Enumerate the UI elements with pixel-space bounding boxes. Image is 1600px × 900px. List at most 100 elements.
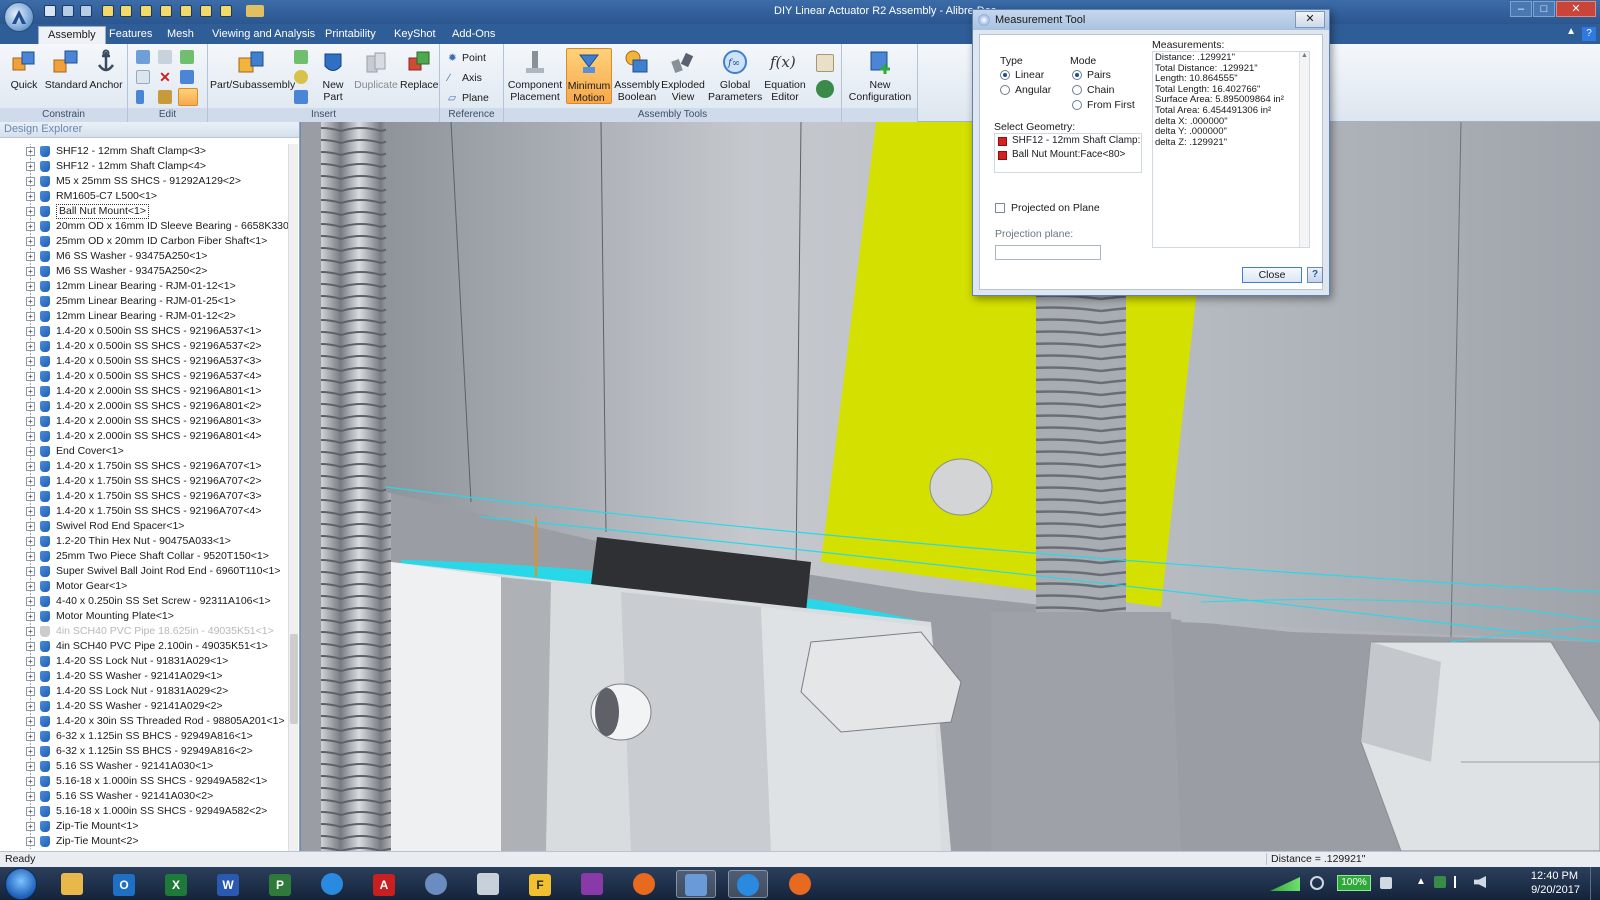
tray-overflow-icon[interactable]: ▲ [1416, 876, 1426, 887]
undo-icon[interactable] [62, 5, 74, 17]
expand-icon[interactable]: + [26, 612, 35, 621]
expand-icon[interactable]: + [26, 627, 35, 636]
expand-icon[interactable]: + [26, 582, 35, 591]
expand-icon[interactable]: + [26, 492, 35, 501]
tree-item[interactable]: +1.4-20 x 30in SS Threaded Rod - 98805A2… [0, 714, 290, 729]
tree-item[interactable]: +1.4-20 x 1.750in SS SHCS - 92196A707<4> [0, 504, 290, 519]
tab-mesh[interactable]: Mesh [158, 26, 203, 44]
minimum-motion-button[interactable]: Minimum Motion [566, 48, 612, 104]
expand-icon[interactable]: + [26, 687, 35, 696]
project-taskbar-button[interactable]: P [260, 870, 300, 898]
tree-item[interactable]: +1.4-20 SS Washer - 92141A029<1> [0, 669, 290, 684]
expand-icon[interactable]: + [26, 237, 35, 246]
expand-icon[interactable]: + [26, 192, 35, 201]
tree-item[interactable]: +1.4-20 x 2.000in SS SHCS - 92196A801<3> [0, 414, 290, 429]
projection-plane-input[interactable] [995, 245, 1101, 260]
customize-quick-access-icon[interactable] [246, 5, 264, 17]
expand-icon[interactable]: + [26, 642, 35, 651]
tab-features[interactable]: Features [100, 26, 161, 44]
tree-item[interactable]: + M6 SS Washer - 93475A250<1> [0, 249, 290, 264]
help-button[interactable]: ? [1307, 267, 1323, 283]
expand-icon[interactable]: + [26, 477, 35, 486]
tree-item[interactable]: + SHF12 - 12mm Shaft Clamp<4> [0, 159, 290, 174]
expand-icon[interactable]: + [26, 432, 35, 441]
onenote-taskbar-button[interactable] [572, 870, 612, 898]
scrollbar-thumb[interactable] [290, 634, 298, 724]
measurement-tool-title-bar[interactable]: Measurement Tool ✕ [973, 10, 1329, 30]
expand-icon[interactable]: + [26, 402, 35, 411]
open-quick-icon[interactable] [160, 5, 172, 17]
exploded-view-button[interactable]: Exploded View [660, 48, 706, 103]
tree-item[interactable]: + Zip-Tie Mount<1> [0, 819, 290, 834]
expand-icon[interactable]: + [26, 522, 35, 531]
tree-item[interactable]: +1.2-20 Thin Hex Nut - 90475A033<1> [0, 534, 290, 549]
tree-item[interactable]: +4in SCH40 PVC Pipe 18.625in - 49035K51<… [0, 624, 290, 639]
new-drawing-quick-icon[interactable] [140, 5, 152, 17]
expand-icon[interactable]: + [26, 222, 35, 231]
expand-icon[interactable]: + [26, 162, 35, 171]
expand-icon[interactable]: + [26, 567, 35, 576]
edit-rotate-icon[interactable] [158, 50, 172, 64]
slicer-taskbar-button[interactable] [624, 870, 664, 898]
geometry-item[interactable]: Ball Nut Mount:Face<80> [995, 148, 1141, 162]
expand-icon[interactable]: + [26, 387, 35, 396]
app-logo-icon[interactable] [4, 2, 34, 32]
tree-item[interactable]: + Super Swivel Ball Joint Rod End - 6960T… [0, 564, 290, 579]
tab-viewing-and-analysis[interactable]: Viewing and Analysis [203, 26, 324, 44]
tree-item[interactable]: + Motor Mounting Plate<1> [0, 609, 290, 624]
tree-item[interactable]: +1.4-20 x 0.500in SS SHCS - 92196A537<2> [0, 339, 290, 354]
assembly-tools-globe-icon[interactable] [816, 80, 834, 98]
tree-item[interactable]: +25mm Two Piece Shaft Collar - 9520T150<… [0, 549, 290, 564]
measurements-list[interactable]: Distance: .129921" Total Distance: .12992… [1152, 51, 1310, 248]
expand-icon[interactable]: + [26, 297, 35, 306]
tree-item[interactable]: +20mm OD x 16mm ID Sleeve Bearing - 6658… [0, 219, 290, 234]
tree-item[interactable]: +4in SCH40 PVC Pipe 2.100in - 49035K51<1… [0, 639, 290, 654]
expand-icon[interactable]: + [26, 552, 35, 561]
expand-icon[interactable]: + [26, 267, 35, 276]
print-quick-icon[interactable] [220, 5, 232, 17]
show-desktop-button[interactable] [1590, 867, 1600, 900]
design-explorer-scrollbar[interactable] [288, 144, 298, 851]
component-placement-button[interactable]: Component Placement [506, 48, 564, 103]
tray-device-icon[interactable] [1380, 877, 1392, 889]
tree-item[interactable]: + Motor Gear<1> [0, 579, 290, 594]
tree-item[interactable]: +1.4-20 x 2.000in SS SHCS - 92196A801<2> [0, 399, 290, 414]
expand-icon[interactable]: + [26, 207, 35, 216]
expand-icon[interactable]: + [26, 447, 35, 456]
expand-icon[interactable]: + [26, 282, 35, 291]
edit-mirror-icon[interactable] [136, 90, 144, 104]
expand-icon[interactable]: + [26, 777, 35, 786]
tab-assembly[interactable]: Assembly [38, 26, 106, 44]
insert-gear-icon[interactable] [294, 70, 308, 84]
selected-geometry-list[interactable]: SHF12 - 12mm Shaft Clamp:Fac Ball Nut Mo… [994, 133, 1142, 173]
tree-item[interactable]: +1.4-20 x 2.000in SS SHCS - 92196A801<1> [0, 384, 290, 399]
close-window-button[interactable]: ✕ [1556, 1, 1596, 17]
geometry-item[interactable]: SHF12 - 12mm Shaft Clamp:Fac [995, 134, 1141, 148]
expand-icon[interactable]: + [26, 822, 35, 831]
assembly-tools-extra-icon[interactable] [816, 54, 834, 72]
type-linear-radio[interactable] [1000, 70, 1010, 80]
save-icon[interactable] [44, 5, 56, 17]
clock-date[interactable]: 9/20/2017 [1531, 884, 1580, 896]
expand-icon[interactable]: + [26, 597, 35, 606]
maximize-button[interactable]: □ [1533, 1, 1555, 17]
tree-item[interactable]: +1.4-20 x 2.000in SS SHCS - 92196A801<4> [0, 429, 290, 444]
expand-icon[interactable]: + [26, 312, 35, 321]
word-taskbar-button[interactable]: W [208, 870, 248, 898]
tray-app-icon[interactable] [1434, 876, 1446, 888]
edit-suppress-icon[interactable] [136, 70, 150, 84]
tree-item[interactable]: + Swivel Rod End Spacer<1> [0, 519, 290, 534]
edit-reorder-icon[interactable] [158, 90, 172, 104]
reference-plane-button[interactable]: ▱ Plane [448, 92, 489, 104]
part-subassembly-button[interactable]: Part/Subassembly [210, 48, 295, 91]
expand-icon[interactable]: + [26, 762, 35, 771]
tree-item[interactable]: +1.4-20 x 1.750in SS SHCS - 92196A707<2> [0, 474, 290, 489]
tree-item[interactable]: +1.4-20 x 1.750in SS SHCS - 92196A707<1> [0, 459, 290, 474]
tree-item[interactable]: +12mm Linear Bearing - RJM-01-12<1> [0, 279, 290, 294]
clock-time[interactable]: 12:40 PM [1531, 870, 1578, 882]
help-icon[interactable]: ? [1582, 27, 1596, 41]
minimize-button[interactable]: – [1510, 1, 1532, 17]
tree-item[interactable]: +1.4-20 x 0.500in SS SHCS - 92196A537<4> [0, 369, 290, 384]
expand-icon[interactable]: + [26, 732, 35, 741]
alibre-dialog-taskbar-button[interactable] [728, 870, 768, 898]
